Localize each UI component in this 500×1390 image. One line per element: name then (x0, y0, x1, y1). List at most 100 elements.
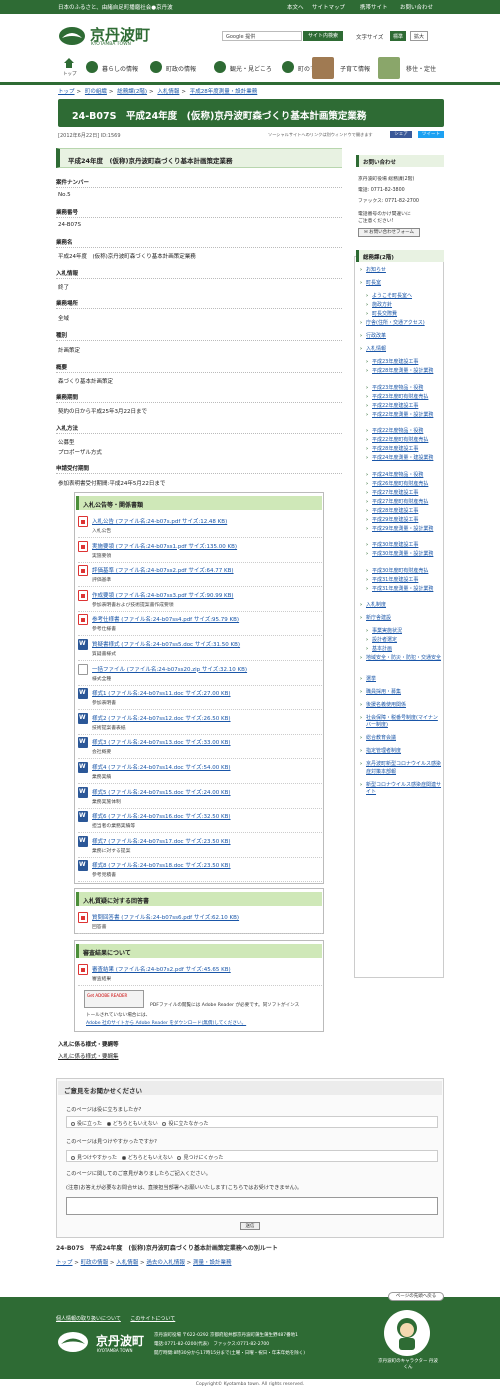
font-large-button[interactable]: 拡大 (410, 31, 428, 41)
radio-icon[interactable] (71, 1155, 75, 1160)
radio-icon[interactable] (177, 1155, 182, 1160)
radio-icon[interactable] (71, 1121, 75, 1126)
sidebar-item[interactable]: 平成28年度建設工事 (366, 508, 442, 516)
nav-living[interactable]: 暮らしの情報 (86, 54, 142, 82)
mobile-site-link[interactable]: 携帯サイト (360, 3, 388, 11)
sidebar-item[interactable]: 基本計画 (366, 646, 442, 654)
forms-link[interactable]: 入札に係る様式・要綱集 (58, 1052, 119, 1060)
breadcrumb-top[interactable]: トップ (58, 89, 75, 95)
breadcrumb-general-affairs[interactable]: 総務課(2階) (117, 89, 147, 95)
sidebar-item[interactable]: 新型コロナウイルス感染症関連サイト (360, 782, 442, 797)
sidebar-item[interactable]: 平成27年度町有財産売払 (366, 499, 442, 507)
sidebar-item[interactable]: 平成31年度建設工事 (366, 577, 442, 585)
sidebar-item[interactable]: 平成26年度町有財産売払 (366, 481, 442, 489)
sitemap-link[interactable]: サイトマップ (312, 3, 345, 11)
feedback-comment-textarea[interactable] (66, 1197, 438, 1215)
attachment-link[interactable]: 様式8 (ファイル名:24-b07ss18.doc サイズ:23.50 KB) (92, 861, 231, 869)
sidebar-item[interactable]: 施政方針 (366, 302, 442, 310)
sidebar-item[interactable]: 職員採用・募集 (360, 689, 442, 697)
sidebar-item[interactable]: 京丹波町新型コロナウイルス感染症対策本部報 (360, 761, 442, 776)
sidebar-item[interactable]: 設計者選定 (366, 637, 442, 645)
q1-option-useful[interactable]: 役に立った (71, 1121, 102, 1127)
attachment-link[interactable]: 様式1 (ファイル名:24-b07ss11.doc サイズ:27.00 KB) (92, 689, 231, 697)
attachment-link[interactable]: 様式4 (ファイル名:24-b07ss14.doc サイズ:54.00 KB) (92, 763, 231, 771)
nav-migration[interactable]: 移住・定住 (378, 54, 444, 82)
sidebar-item[interactable]: 平成27年度建設工事 (366, 490, 442, 498)
sidebar-item[interactable]: ようこそ町長室へ (366, 293, 442, 301)
attachment-link[interactable]: 作成要領 (ファイル名:24-b07ss3.pdf サイズ:90.99 KB) (92, 591, 234, 599)
alt-crumb-bidding[interactable]: 入札情報 (116, 1260, 138, 1266)
sidebar-item[interactable]: 町長室 (360, 280, 442, 288)
sidebar-item[interactable]: 平成28年度測量・設計業務 (366, 368, 442, 376)
alt-crumb-past-bidding[interactable]: 過去の入札情報 (146, 1260, 185, 1266)
about-site-link[interactable]: このサイトについて (130, 1316, 175, 1322)
attachment-link[interactable]: 質問回答書 (ファイル名:24-b07ss6.pdf サイズ:62.10 KB) (92, 913, 239, 921)
sidebar-item[interactable]: 選挙 (360, 676, 442, 684)
skip-to-content-link[interactable]: 本文へ (287, 3, 304, 11)
sidebar-item[interactable]: 平成23年度町有財産売払 (366, 394, 442, 402)
sidebar-item[interactable]: 後援名義使用関係 (360, 702, 442, 710)
attachment-link[interactable]: 様式6 (ファイル名:24-b07ss16.doc サイズ:32.50 KB) (92, 812, 231, 820)
attachment-link[interactable]: 審査結果 (ファイル名:24-b07s2.pdf サイズ:45.65 KB) (92, 965, 231, 973)
privacy-link[interactable]: 個人情報の取り扱いについて (56, 1316, 121, 1322)
attachment-link[interactable]: 評価基準 (ファイル名:24-b07ss2.pdf サイズ:64.77 KB) (92, 566, 234, 574)
attachment-link[interactable]: 様式2 (ファイル名:24-b07ss12.doc サイズ:26.50 KB) (92, 714, 231, 722)
search-button[interactable]: サイト内検索 (303, 31, 343, 41)
nav-top[interactable]: トップ (60, 54, 80, 82)
sidebar-item[interactable]: 事業実施状況 (366, 628, 442, 636)
font-standard-button[interactable]: 標準 (390, 31, 406, 41)
tweet-button[interactable]: ツイート (418, 131, 444, 138)
nav-childcare[interactable]: 子育て情報 (312, 54, 378, 82)
radio-selected-icon[interactable] (121, 1155, 126, 1160)
attachment-link[interactable]: 一括ファイル (ファイル名:24-b07ss20.zip サイズ:32.10 K… (92, 665, 247, 673)
contact-form-button[interactable]: ✉ お問い合わせフォーム (358, 228, 420, 237)
sidebar-item[interactable]: 平成30年度建設工事 (366, 542, 442, 550)
sidebar-item[interactable]: 地域安全・防災・防犯・交通安全 (360, 655, 442, 663)
sidebar-item[interactable]: 総合教育会議 (360, 735, 442, 743)
sidebar-item[interactable]: 平成30年度町有財産売払 (366, 568, 442, 576)
radio-icon[interactable] (162, 1121, 167, 1126)
attachment-link[interactable]: 様式3 (ファイル名:24-b07ss13.doc サイズ:33.00 KB) (92, 738, 231, 746)
q1-option-neutral[interactable]: どちらともいえない (106, 1121, 158, 1127)
attachment-link[interactable]: 入札公告 (ファイル名:24-b07s.pdf サイズ:12.48 KB) (92, 517, 227, 525)
q2-option-hard[interactable]: 見つけにくかった (177, 1155, 223, 1161)
attachment-link[interactable]: 様式5 (ファイル名:24-b07ss15.doc サイズ:24.00 KB) (92, 788, 231, 796)
sidebar-item[interactable]: 平成22年度建設工事 (366, 403, 442, 411)
nav-tourism[interactable]: 観光・見どころ (214, 54, 276, 82)
feedback-send-button[interactable]: 送信 (240, 1222, 260, 1230)
sidebar-item[interactable]: 行政改革 (360, 333, 442, 341)
sidebar-item[interactable]: 入札制度 (360, 602, 442, 610)
q2-option-easy[interactable]: 見つけやすかった (71, 1155, 117, 1161)
attachment-link[interactable]: 実施要領 (ファイル名:24-b07ss1.pdf サイズ:135.00 KB) (92, 542, 237, 550)
alt-crumb-town-admin[interactable]: 町政の情報 (81, 1260, 109, 1266)
sidebar-item[interactable]: 入札情報 (360, 346, 442, 354)
sidebar-item[interactable]: 平成23年度物品・役務 (366, 385, 442, 393)
sidebar-item[interactable]: 平成23年度建設工事 (366, 359, 442, 367)
attachment-link[interactable]: 参考仕様書 (ファイル名:24-b07ss4.pdf サイズ:95.79 KB) (92, 615, 239, 623)
sidebar-item[interactable]: 平成29年度建設工事 (366, 517, 442, 525)
nav-town-admin[interactable]: 町政の情報 (150, 54, 206, 82)
town-logo-icon[interactable] (58, 26, 86, 46)
attachment-link[interactable]: 様式7 (ファイル名:24-b07ss17.doc サイズ:23.50 KB) (92, 837, 231, 845)
sidebar-item[interactable]: 社会保障・税番号制度(マイナンバー制度) (360, 715, 442, 730)
alt-crumb-survey[interactable]: 測量・設計業務 (193, 1260, 232, 1266)
breadcrumb-organization[interactable]: 町の組織 (85, 89, 107, 95)
sidebar-item[interactable]: 平成22年度測量・設計業務 (366, 412, 442, 420)
facebook-share-button[interactable]: シェア (390, 131, 412, 138)
sidebar-item[interactable]: 平成22年度町有財産売払 (366, 437, 442, 445)
q1-option-not-useful[interactable]: 役に立たなかった (162, 1121, 209, 1127)
page-top-button[interactable]: ページの先頭へ戻る (388, 1292, 444, 1301)
adobe-reader-logo[interactable]: Get ADOBE READER (84, 990, 144, 1008)
sidebar-item[interactable]: 平成24年度物品・役務 (366, 472, 442, 480)
contact-link[interactable]: お問い合わせ (400, 3, 433, 11)
sidebar-item[interactable]: 指定管理者制度 (360, 748, 442, 756)
sidebar-item[interactable]: 庁舎(住所・交通アクセス) (360, 320, 442, 328)
sidebar-item[interactable]: 町長交際費 (366, 311, 442, 319)
attachment-link[interactable]: 質疑書様式 (ファイル名:24-b07ss5.doc サイズ:31.50 KB) (92, 640, 240, 648)
breadcrumb-survey-design[interactable]: 平成28年度測量・設計業務 (190, 89, 258, 95)
sidebar-item[interactable]: 平成30年度測量・設計業務 (366, 551, 442, 559)
sidebar-item[interactable]: 平成31年度測量・設計業務 (366, 586, 442, 594)
sidebar-item[interactable]: 平成24年度測量・建設業務 (366, 455, 442, 463)
search-input[interactable]: Google 提供 (222, 31, 302, 41)
sidebar-item[interactable]: 新庁舎建設 (360, 615, 442, 623)
